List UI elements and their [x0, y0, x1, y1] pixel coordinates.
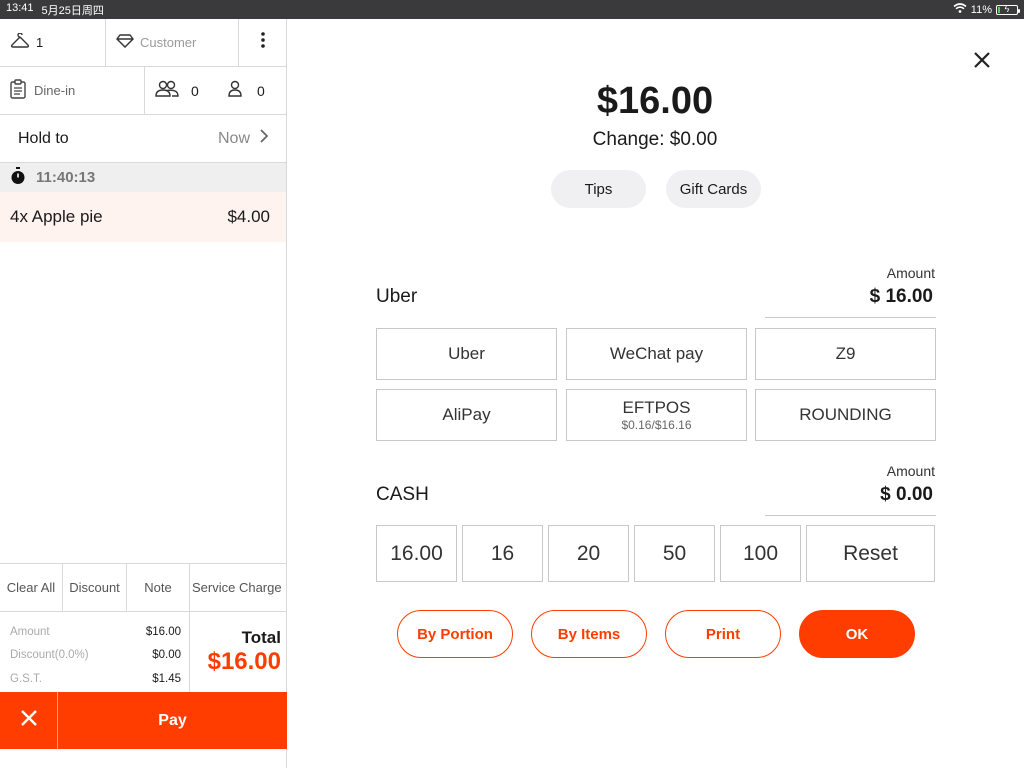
customer-selector[interactable]: Customer	[106, 19, 239, 66]
order-time: 11:40:13	[36, 169, 96, 186]
method-label: Z9	[835, 344, 856, 363]
close-icon	[20, 709, 38, 732]
summary-lines: Amount $16.00 Discount(0.0%) $0.00 G.S.T…	[0, 612, 190, 692]
order-item[interactable]: 4x Apple pie $4.00	[0, 192, 286, 242]
order-item-price: $4.00	[227, 207, 270, 226]
guest-count: 1	[36, 35, 44, 50]
customer-placeholder: Customer	[140, 35, 197, 50]
close-icon	[970, 52, 994, 76]
children-counter[interactable]: 0	[217, 67, 286, 114]
battery-icon: ϟ	[996, 4, 1020, 15]
service-charge-button[interactable]: Service Charge	[190, 564, 287, 611]
by-portion-button[interactable]: By Portion	[397, 610, 513, 658]
cash-quick-button[interactable]: 16	[462, 525, 543, 582]
print-button[interactable]: Print	[665, 610, 781, 658]
order-type-selector[interactable]: Dine-in	[0, 67, 145, 114]
hanger-icon	[10, 32, 30, 52]
cash-quick-button[interactable]: 20	[548, 525, 629, 582]
diamond-icon	[116, 34, 134, 51]
method-uber-button[interactable]: Uber	[376, 328, 557, 380]
clear-all-button[interactable]: Clear All	[0, 564, 63, 611]
cash-quick-button[interactable]: 16.00	[376, 525, 457, 582]
status-bar: 13:41 5月25日周四 11% ϟ	[0, 0, 1024, 19]
cash-quick-button[interactable]: 50	[634, 525, 715, 582]
summary-discount-line: Discount(0.0%) $0.00	[10, 644, 181, 668]
order-item-name: 4x Apple pie	[10, 207, 103, 226]
close-payment-button[interactable]	[970, 48, 994, 72]
more-vertical-icon	[260, 32, 265, 53]
summary-value: $1.45	[152, 672, 181, 685]
more-options-button[interactable]	[239, 19, 286, 66]
gift-cards-button[interactable]: Gift Cards	[666, 170, 761, 208]
summary-amount-line: Amount $16.00	[10, 620, 181, 644]
method-amount-input[interactable]: $ 16.00	[870, 286, 933, 308]
summary-label: G.S.T.	[10, 672, 42, 685]
method-sublabel: $0.16/$16.16	[621, 418, 692, 432]
cash-title: CASH	[376, 484, 429, 505]
method-rounding-button[interactable]: ROUNDING	[755, 389, 936, 441]
stopwatch-icon	[10, 166, 26, 189]
person-icon	[227, 80, 243, 101]
note-button[interactable]: Note	[127, 564, 190, 611]
summary-label: Amount	[10, 625, 50, 638]
method-wechat-pay-button[interactable]: WeChat pay	[566, 328, 747, 380]
children-count: 0	[257, 82, 265, 99]
method-label: EFTPOS	[622, 398, 691, 417]
pay-button[interactable]: Pay	[58, 692, 287, 749]
method-alipay-button[interactable]: AliPay	[376, 389, 557, 441]
reset-button[interactable]: Reset	[806, 525, 935, 582]
chevron-right-icon	[260, 129, 269, 148]
wifi-icon	[953, 3, 967, 16]
hold-to-row[interactable]: Hold to Now	[0, 115, 286, 163]
battery-percent: 11%	[970, 3, 992, 16]
method-eftpos-button[interactable]: EFTPOS $0.16/$16.16	[566, 389, 747, 441]
cash-quick-button[interactable]: 100	[720, 525, 801, 582]
method-label: AliPay	[442, 405, 491, 424]
cash-amount-input[interactable]: $ 0.00	[880, 484, 933, 506]
payment-total: $16.00	[596, 80, 714, 122]
method-z9-button[interactable]: Z9	[755, 328, 936, 380]
ok-button[interactable]: OK	[799, 610, 915, 658]
by-items-button[interactable]: By Items	[531, 610, 647, 658]
order-type-label: Dine-in	[34, 83, 76, 98]
discount-button[interactable]: Discount	[63, 564, 127, 611]
cash-amount-underline	[765, 515, 936, 516]
method-label: WeChat pay	[609, 344, 704, 363]
hold-to-label: Hold to	[18, 129, 69, 147]
guest-count-selector[interactable]: 1	[0, 19, 106, 66]
method-amount-underline	[765, 317, 936, 318]
status-date: 5月25日周四	[41, 4, 104, 17]
cash-amount-label: Amount	[886, 463, 935, 479]
total-label: Total	[241, 628, 281, 647]
method-label: Uber	[448, 344, 485, 363]
clipboard-icon	[10, 79, 26, 102]
cancel-order-button[interactable]	[0, 692, 58, 749]
people-icon	[155, 80, 179, 101]
adults-count: 0	[191, 82, 199, 99]
selected-method-title: Uber	[376, 286, 418, 307]
total-box: Total $16.00	[190, 612, 287, 692]
summary-label: Discount(0.0%)	[10, 649, 89, 662]
tips-button[interactable]: Tips	[551, 170, 646, 208]
summary-value: $0.00	[152, 649, 181, 662]
order-time-row: 11:40:13	[0, 163, 286, 192]
summary-gst-line: G.S.T. $1.45	[10, 667, 181, 691]
method-amount-label: Amount	[886, 265, 935, 281]
order-footer: Clear All Discount Note Service Charge A…	[0, 563, 287, 749]
hold-to-value: Now	[217, 129, 250, 147]
method-label: ROUNDING	[799, 405, 892, 424]
payment-change: Change: $0.00	[592, 129, 718, 150]
status-time: 13:41	[6, 1, 34, 14]
summary-value: $16.00	[145, 625, 181, 638]
total-value: $16.00	[207, 648, 281, 675]
adults-counter[interactable]: 0	[145, 67, 217, 114]
